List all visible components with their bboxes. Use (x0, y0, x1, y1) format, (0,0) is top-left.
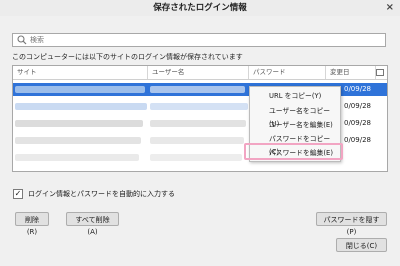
autofill-option[interactable]: ✓ ログイン情報とパスワードを自動的に入力する (13, 189, 175, 199)
hide-passwords-button[interactable]: パスワードを隠す(P) (316, 212, 387, 236)
blurred-site (15, 86, 145, 93)
blurred-site (15, 120, 143, 127)
autofill-checkbox[interactable]: ✓ (13, 189, 23, 199)
saved-logins-description: このコンピューターには以下のサイトのログイン情報が保存されています (12, 53, 243, 61)
delete-button[interactable]: 削除(R) (15, 212, 49, 236)
close-button[interactable]: 閉じる(C) (336, 238, 387, 252)
blurred-site (15, 154, 139, 161)
search-input[interactable] (28, 34, 370, 46)
search-box[interactable] (12, 33, 386, 47)
column-header-site[interactable]: サイト (13, 66, 148, 79)
window-title: 保存されたログイン情報 (153, 3, 247, 13)
changed-date: 0/09/28 (344, 136, 371, 144)
blurred-username (150, 120, 246, 127)
blurred-username (150, 137, 244, 144)
window-title-bar: 保存されたログイン情報 × (0, 0, 400, 16)
column-header-changed[interactable]: 変更日 (326, 66, 376, 79)
blurred-username (150, 103, 248, 110)
column-picker-icon[interactable] (376, 69, 384, 76)
table-header: サイト ユーザー名 パスワード 変更日 (13, 66, 387, 80)
blurred-site (15, 103, 147, 110)
menu-item-copy-username[interactable]: ユーザー名をコピー(U) (250, 105, 340, 128)
search-icon (17, 35, 27, 45)
delete-all-button[interactable]: すべて削除(A) (66, 212, 119, 236)
blurred-username (150, 154, 242, 161)
column-header-password[interactable]: パスワード (249, 66, 326, 79)
changed-date: 0/09/28 (344, 119, 371, 127)
highlight-box (244, 143, 343, 160)
changed-date: 0/09/28 (344, 85, 371, 93)
blurred-site (15, 137, 141, 144)
column-header-username[interactable]: ユーザー名 (148, 66, 249, 79)
menu-item-edit-username[interactable]: ユーザー名を編集(E) (250, 119, 340, 132)
changed-date: 0/09/28 (344, 102, 371, 110)
menu-item-copy-url[interactable]: URL をコピー(Y) (250, 90, 340, 103)
close-window-icon[interactable]: × (386, 0, 394, 16)
blurred-username (150, 86, 245, 93)
autofill-label: ログイン情報とパスワードを自動的に入力する (28, 190, 175, 198)
